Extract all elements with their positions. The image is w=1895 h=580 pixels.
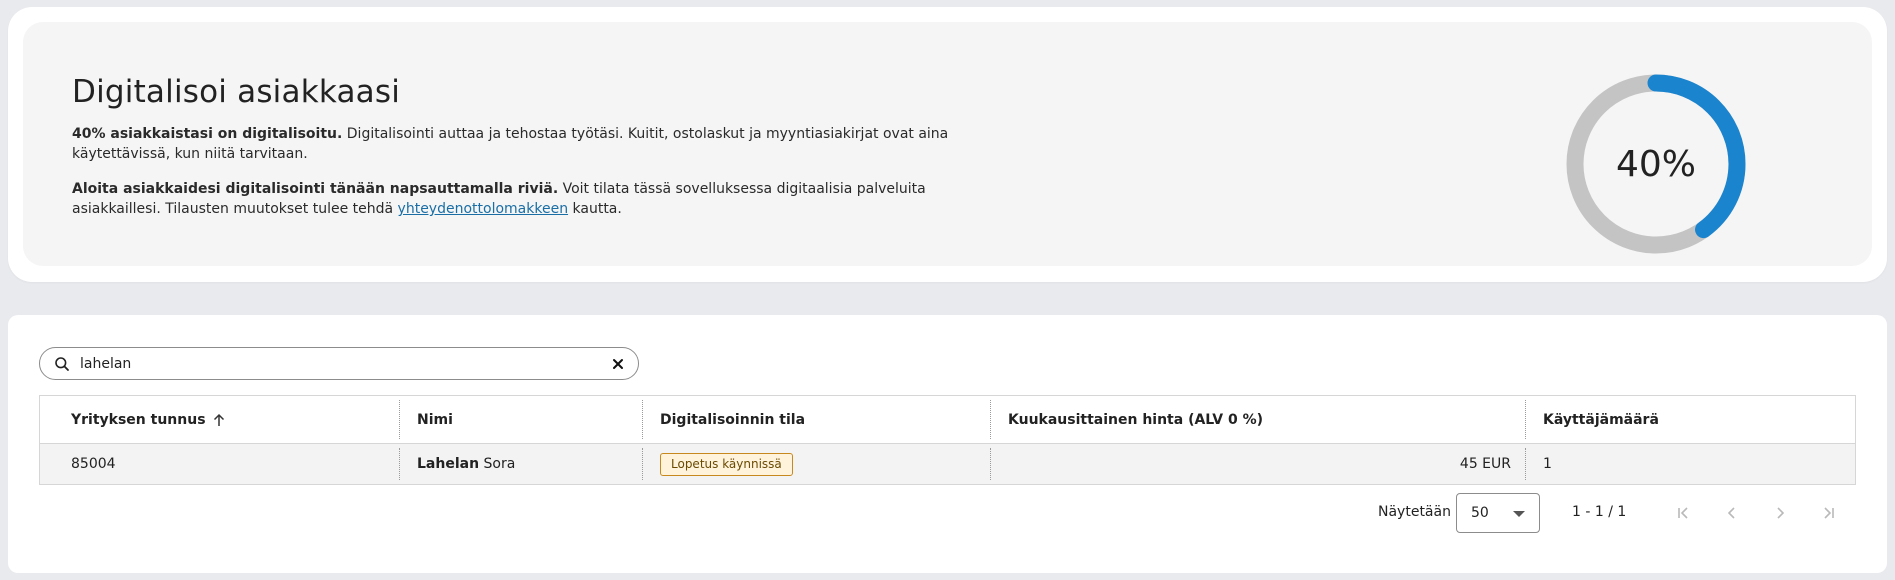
rows-per-page-value: 50 [1471,505,1489,521]
page-range: 1 - 1 / 1 [1572,504,1627,520]
page-title: Digitalisoi asiakkaasi [72,74,401,110]
instruction-text-end: kautta. [568,201,622,217]
next-page-button[interactable] [1770,503,1790,523]
column-header-name[interactable]: Nimi [399,396,642,443]
contact-form-link[interactable]: yhteydenottolomakkeen [398,201,569,217]
chevron-left-icon [1727,507,1735,519]
summary-paragraph: 40% asiakkaistasi on digitalisoitu. Digi… [72,124,972,164]
rows-per-page-label: Näytetään [1378,504,1451,520]
summary-highlight: 40% asiakkaistasi on digitalisoitu. [72,126,343,142]
cell-user-count: 1 [1525,444,1855,484]
column-header-label: Yrityksen tunnus [71,411,206,428]
instruction-highlight: Aloita asiakkaidesi digitalisointi tänää… [72,181,559,197]
cell-monthly-price: 45 EUR [990,444,1525,484]
last-page-icon [1824,507,1834,519]
arrow-up-icon [213,413,224,426]
first-page-button[interactable] [1674,503,1694,523]
progress-percentage: 40% [1615,143,1696,185]
rows-per-page-select[interactable]: 50 [1456,493,1540,533]
table-row[interactable]: 85004 Lahelan Sora Lopetus käynnissä 45 … [40,444,1855,484]
column-header-status[interactable]: Digitalisoinnin tila [642,396,990,443]
column-header-user-count[interactable]: Käyttäjämäärä [1525,396,1855,443]
search-input[interactable] [80,352,600,376]
column-header-monthly-price[interactable]: Kuukausittainen hinta (ALV 0 %) [990,396,1525,443]
last-page-button[interactable] [1818,503,1838,523]
search-field[interactable] [39,347,639,380]
search-icon [55,357,69,371]
name-match-highlight: Lahelan [417,456,480,472]
close-icon[interactable] [610,356,626,372]
summary-panel: Digitalisoi asiakkaasi 40% asiakkaistasi… [23,22,1872,266]
customer-table: Yrityksen tunnus Nimi Digitalisoinnin ti… [39,395,1856,485]
cell-name: Lahelan Sora [399,444,642,484]
cell-status: Lopetus käynnissä [642,444,990,484]
previous-page-button[interactable] [1722,503,1742,523]
digitalization-summary-card: Digitalisoi asiakkaasi 40% asiakkaistasi… [8,7,1887,282]
cell-company-id: 85004 [71,456,116,472]
table-header-row: Yrityksen tunnus Nimi Digitalisoinnin ti… [40,396,1855,444]
customer-list-card: Yrityksen tunnus Nimi Digitalisoinnin ti… [8,315,1887,573]
first-page-icon [1678,507,1688,519]
digitalization-progress-ring: 40% [1566,74,1746,254]
column-header-company-id[interactable]: Yrityksen tunnus [40,396,399,443]
chevron-right-icon [1777,507,1785,519]
name-rest: Sora [479,456,516,472]
chevron-down-icon [1513,511,1525,517]
status-badge: Lopetus käynnissä [660,452,793,476]
instruction-paragraph: Aloita asiakkaidesi digitalisointi tänää… [72,179,972,219]
